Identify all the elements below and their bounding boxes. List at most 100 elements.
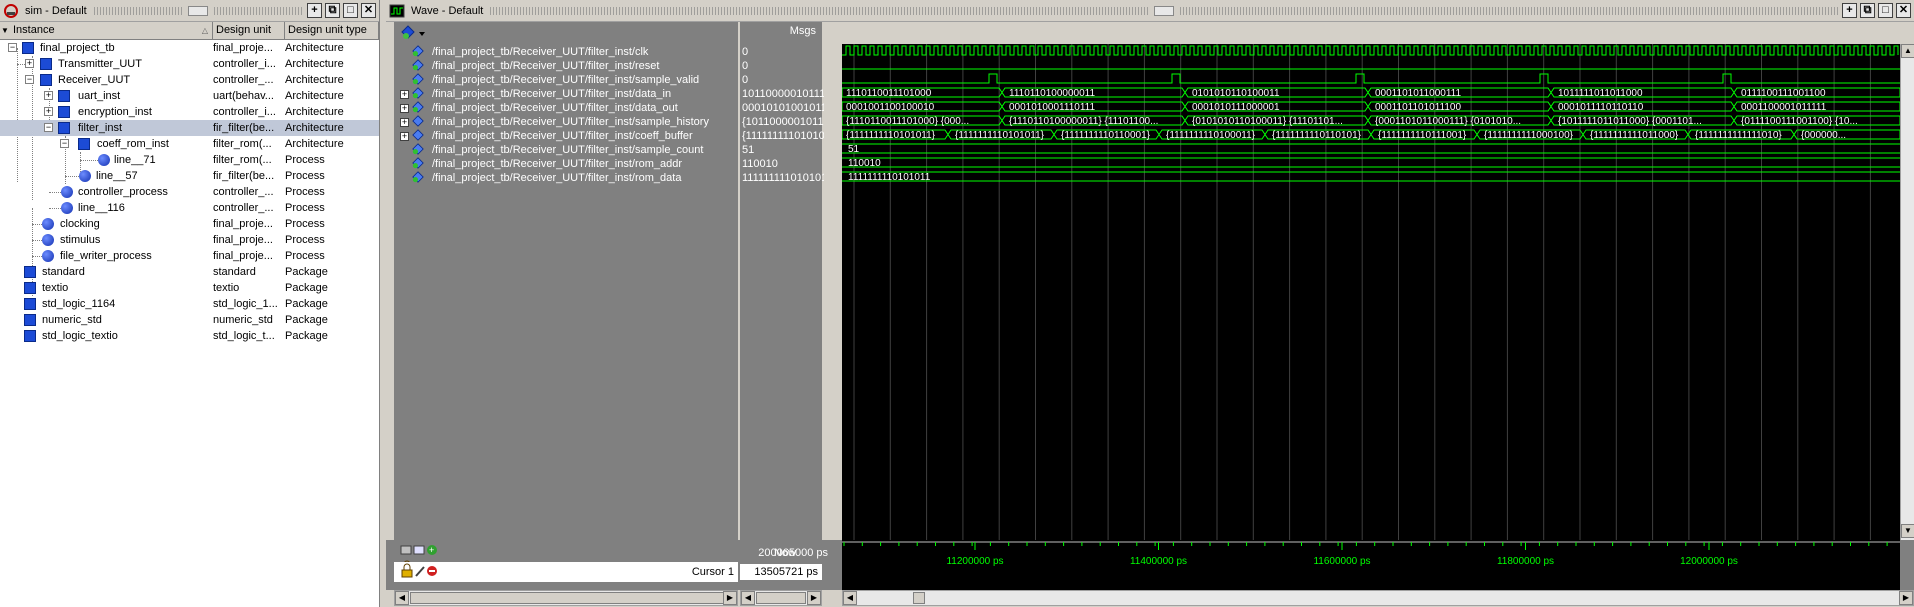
tree-row-std-logic-1164[interactable]: std_logic_1164 std_logic_1... Package [0, 296, 379, 312]
waveform-3[interactable]: 1110110011101000 1110110100000011 01010101… [841, 87, 1901, 99]
cursor-label: Cursor 1 [691, 566, 734, 578]
package-icon [24, 314, 36, 326]
expand-icon[interactable]: + [25, 59, 34, 68]
waveform-5[interactable]: {1110110011101000} {000... {1110110100000… [841, 115, 1901, 127]
scroll-right-icon[interactable]: ▶ [1899, 591, 1913, 605]
undock-icon[interactable]: ⧉ [325, 3, 340, 18]
waveform-2[interactable] [842, 73, 1900, 84]
title-grip-right[interactable] [214, 6, 303, 15]
tree-row-textio[interactable]: textio textio Package [0, 280, 379, 296]
tree-row-encryption-inst[interactable]: + encryption_inst controller_i... Archit… [0, 104, 379, 120]
close-icon[interactable]: ✕ [361, 3, 376, 18]
tree-row-stimulus[interactable]: stimulus final_proje... Process [0, 232, 379, 248]
waveform-horizontal-scrollbar[interactable]: ◀ ▶ [842, 590, 1914, 606]
cursor-row-icons[interactable] [400, 563, 440, 579]
bus-value-label: {1111111111111010} [1695, 130, 1782, 141]
time-ruler[interactable]: 11200000 ps 11400000 ps 11600000 ps 1180000… [842, 540, 1900, 572]
bus-value-label: {0111100111001100} {10... [1741, 116, 1858, 127]
waveform-9[interactable]: 1111111110101011 [842, 171, 1900, 183]
signal-pane-scrollbar[interactable]: ◀ ▶ [394, 590, 738, 606]
title-grip[interactable] [93, 6, 183, 15]
ruler-tick-label: 12000000 ps [1680, 556, 1738, 567]
scroll-left-icon[interactable]: ◀ [741, 591, 755, 605]
tree-row-uart-inst[interactable]: + uart_inst uart(behav... Architecture [0, 88, 379, 104]
tree-row-line-57[interactable]: line__57 fir_filter(be... Process [0, 168, 379, 184]
tree-row-final-project-tb[interactable]: − final_project_tb final_proje... Archit… [0, 40, 379, 56]
architecture-icon [22, 42, 34, 54]
expand-signal-icon[interactable]: + [400, 132, 409, 141]
wave-select-icon[interactable] [400, 25, 426, 41]
close-icon[interactable]: ✕ [1896, 3, 1911, 18]
expand-icon[interactable]: + [44, 91, 53, 100]
scroll-right-icon[interactable]: ▶ [723, 591, 737, 605]
tree-row-line-71[interactable]: line__71 filter_rom(... Process [0, 152, 379, 168]
tree-row-line-116[interactable]: line__116 controller_... Process [0, 200, 379, 216]
waveform-6[interactable]: {1111111110101011} {1111111110101011} {111… [841, 129, 1901, 141]
wave-title-grip-handle[interactable] [1154, 5, 1175, 16]
tree-row-clocking[interactable]: clocking final_proje... Process [0, 216, 379, 232]
bus-value-label: {1111111110101011} [955, 130, 1045, 141]
column-header-design-unit[interactable]: Design unit [213, 22, 285, 40]
value-pane-scrollbar[interactable]: ◀ ▶ [740, 590, 822, 606]
maximize-icon[interactable]: □ [343, 3, 358, 18]
tree-row-receiver-uut[interactable]: − Receiver_UUT controller_... Architectu… [0, 72, 379, 88]
tree-row-numeric-std[interactable]: numeric_std numeric_std Package [0, 312, 379, 328]
cursor-track[interactable] [842, 572, 1900, 590]
expand-signal-icon[interactable]: + [400, 104, 409, 113]
tree-row-file-writer-process[interactable]: file_writer_process final_proje... Proce… [0, 248, 379, 264]
scroll-thumb[interactable] [410, 592, 730, 604]
waveform-4[interactable]: 0001001100100010 0001010001110111 00010101… [841, 101, 1901, 113]
bus-value-label: {1110110011101000} {000... [846, 116, 969, 127]
tree-row-std-logic-textio[interactable]: std_logic_textio std_logic_t... Package [0, 328, 379, 344]
expand-signal-icon[interactable]: + [400, 90, 409, 99]
scroll-thumb[interactable] [756, 592, 806, 604]
signal-diamond-icon [412, 45, 424, 57]
signal-diamond-icon [412, 59, 424, 71]
waveform-7[interactable]: 51 [842, 143, 1900, 155]
tree-row-standard[interactable]: standard standard Package [0, 264, 379, 280]
scroll-down-icon[interactable]: ▼ [1901, 524, 1914, 538]
bus-value-label: {1110110100000011} {11101100... [1009, 116, 1158, 127]
clock-wave [842, 45, 1899, 56]
scroll-up-icon[interactable]: ▲ [1901, 44, 1914, 58]
tree-row-coeff-rom-inst[interactable]: − coeff_rom_inst filter_rom(... Architec… [0, 136, 379, 152]
cursor-tools-icon[interactable]: + [400, 543, 440, 557]
column-header-instance[interactable]: ▼ Instance △ [0, 22, 213, 40]
signal-row[interactable]: /final_project_tb/Receiver_UUT/filter_in… [394, 170, 738, 186]
waveform-area[interactable]: 1110110011101000 1110110100000011 01010101… [841, 44, 1908, 540]
waveform-8[interactable]: 110010 [842, 157, 1900, 169]
expand-signal-icon[interactable]: + [400, 118, 409, 127]
maximize-icon[interactable]: □ [1878, 3, 1893, 18]
wave-title-grip-right[interactable] [1180, 6, 1838, 15]
column-menu-icon[interactable]: ▼ [1, 22, 9, 39]
collapse-icon[interactable]: − [25, 75, 34, 84]
waveform-canvas[interactable]: 1110110011101000 1110110100000011 01010101… [841, 44, 1908, 540]
wave-title-grip[interactable] [490, 6, 1149, 15]
undock-icon[interactable]: ⧉ [1860, 3, 1875, 18]
title-grip-handle[interactable] [188, 5, 209, 16]
collapse-icon[interactable]: − [8, 43, 17, 52]
wave-toolbar [386, 22, 1914, 44]
tree-row-transmitter-uut[interactable]: + Transmitter_UUT controller_i... Archit… [0, 56, 379, 72]
add-icon[interactable]: + [307, 3, 322, 18]
scroll-left-icon[interactable]: ◀ [843, 591, 857, 605]
bus-value-label: 0001011110110110 [1558, 102, 1644, 113]
signal-diamond-icon [412, 157, 424, 169]
scroll-left-icon[interactable]: ◀ [395, 591, 409, 605]
package-icon [24, 282, 36, 294]
waveform-0[interactable] [842, 45, 1899, 56]
collapse-icon[interactable]: − [44, 123, 53, 132]
pulse-wave [842, 73, 1900, 84]
scroll-thumb[interactable] [913, 592, 925, 604]
waveform-vertical-scrollbar[interactable]: ▲ ▼ [1900, 44, 1914, 540]
add-icon[interactable]: + [1842, 3, 1857, 18]
signal-diamond-icon [412, 143, 424, 155]
tree-row-filter-inst[interactable]: − filter_inst fir_filter(be... Architect… [0, 120, 379, 136]
tree-row-controller-process[interactable]: controller_process controller_... Proces… [0, 184, 379, 200]
expand-icon[interactable]: + [44, 107, 53, 116]
column-header-design-unit-type[interactable]: Design unit type [285, 22, 379, 40]
collapse-icon[interactable]: − [60, 139, 69, 148]
wave-title: Wave - Default [411, 4, 484, 17]
ruler-tick-label: 11200000 ps [946, 556, 1003, 567]
scroll-right-icon[interactable]: ▶ [807, 591, 821, 605]
